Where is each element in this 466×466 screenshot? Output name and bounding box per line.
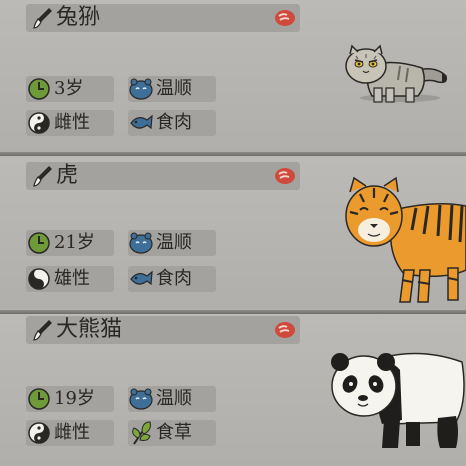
age-chip: 21岁 [26,230,114,256]
temperament-chip: 温顺 [128,386,216,412]
age-text: 21岁 [54,232,95,253]
sex-text: 雌性 [54,422,90,443]
clock-icon [28,78,50,100]
face-icon [129,388,153,410]
name-bar[interactable]: 大熊猫 [26,316,300,344]
yin-yang-icon [28,112,50,134]
face-icon [129,232,153,254]
giant-panda-image [331,352,465,448]
age-chip: 3岁 [26,76,114,102]
sex-chip: 雌性 [26,420,114,446]
brush-icon[interactable] [32,318,54,342]
leaf-icon [132,421,151,445]
name-bar[interactable]: 虎 [26,162,300,190]
sex-text: 雄性 [54,268,90,289]
animal-name: 虎 [56,163,79,188]
diet-chip: 食肉 [128,110,216,136]
pallas-cat-image [345,44,448,103]
meat-icon [275,10,295,26]
diet-chip: 食肉 [128,266,216,292]
tiger-image [345,176,466,303]
fish-icon [130,270,153,286]
brush-icon[interactable] [32,6,54,30]
temperament-text: 温顺 [156,232,192,253]
clock-icon [28,388,50,410]
diet-text: 食草 [156,422,192,443]
sex-chip: 雄性 [26,266,114,292]
temperament-text: 温顺 [156,388,192,409]
fish-icon [130,114,153,130]
age-text: 3岁 [54,78,84,99]
meat-icon [275,322,295,338]
temperament-text: 温顺 [156,78,192,99]
diet-text: 食肉 [156,268,192,289]
age-chip: 19岁 [26,386,114,412]
sex-chip: 雌性 [26,110,114,136]
animal-card-giant-panda[interactable]: 大熊猫 19岁 温顺 雌性 食草 [0,314,466,466]
animal-name: 兔狲 [56,5,101,30]
temperament-chip: 温顺 [128,230,216,256]
animal-card-tiger[interactable]: 虎 21岁 温顺 雄性 食肉 [0,156,466,310]
animal-card-pallas-cat[interactable]: 兔狲 3岁 温顺 雌性 食肉 [0,0,466,154]
clock-icon [28,232,50,254]
diet-text: 食肉 [156,112,192,133]
temperament-chip: 温顺 [128,76,216,102]
name-bar[interactable]: 兔狲 [26,4,300,32]
sex-text: 雌性 [54,112,90,133]
animal-name: 大熊猫 [56,317,123,342]
face-icon [129,78,153,100]
age-text: 19岁 [54,388,95,409]
diet-chip: 食草 [128,420,216,446]
yin-yang-icon [28,268,50,290]
meat-icon [275,168,295,184]
brush-icon[interactable] [32,164,54,188]
yin-yang-icon [28,422,50,444]
